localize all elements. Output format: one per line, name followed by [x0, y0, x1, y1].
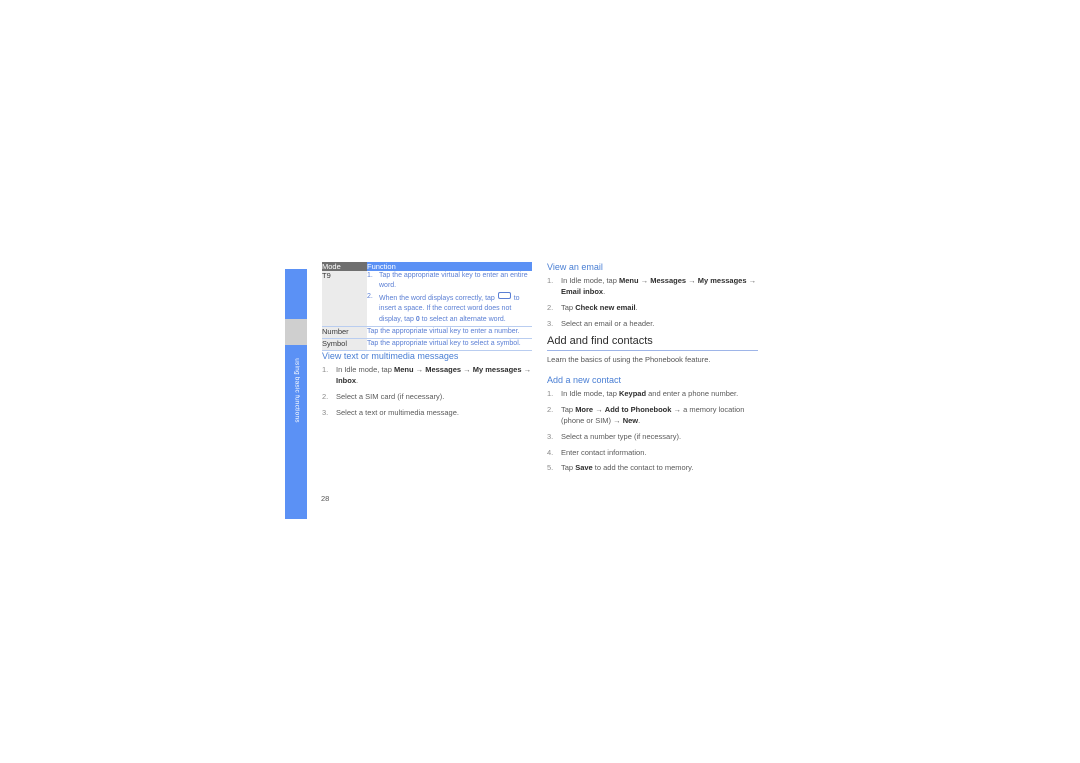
list-item: 3. Select a text or multimedia message.	[322, 407, 459, 417]
chapter-thumb-tab: using basic functions	[285, 269, 307, 519]
emphasis-term: My messages	[697, 276, 747, 285]
list-item: 1. In Idle mode, tap Menu → Messages → My…	[547, 276, 757, 296]
function-step-list: Tap the appropriate virtual key to selec…	[367, 339, 532, 349]
emphasis-term: Save	[575, 463, 593, 473]
list-item: 2. Tap More → Add to Phonebook → a memory…	[547, 404, 745, 425]
table-body: T9 1. Tap the appropriate virtual key to …	[322, 271, 532, 351]
chapter-thumb-tab-label: using basic functions	[293, 358, 301, 423]
function-step-list: Tap the appropriate virtual key to enter…	[367, 327, 532, 337]
list-item-number: 2.	[547, 404, 554, 414]
emphasis-term: Email inbox	[561, 286, 604, 296]
column-header-function: Function	[367, 262, 532, 271]
subheading-view-messages: View text or multimedia messages	[322, 350, 459, 361]
table-header-row: Mode Function	[322, 262, 532, 271]
list-item: 3. Select a number type (if necessary).	[547, 431, 682, 441]
text-input-modes-table: Mode Function T9 1. Tap the appropriate v…	[322, 262, 532, 351]
cell-mode: T9	[322, 271, 367, 327]
emphasis-term: Menu	[618, 276, 639, 285]
emphasis-term: Menu	[393, 364, 414, 374]
cell-mode: Number	[322, 326, 367, 339]
page-number: 28	[321, 494, 330, 503]
emphasis-term: Check new email	[575, 302, 636, 312]
list-item-number: 1.	[547, 389, 554, 398]
list-item-number: 1.	[322, 364, 329, 374]
list-item: Tap the appropriate virtual key to selec…	[367, 339, 521, 347]
emphasis-term: New	[622, 415, 639, 425]
subheading-add-new-contact: Add a new contact	[547, 375, 622, 385]
emphasis-term: 0	[415, 315, 420, 323]
cell-function: Tap the appropriate virtual key to enter…	[367, 326, 532, 339]
list-item: 1. Tap the appropriate virtual key to ent…	[367, 272, 528, 290]
table-row: Symbol Tap the appropriate virtual key t…	[322, 338, 532, 351]
list-item: 1. In Idle mode, tap Menu → Messages → My…	[322, 364, 532, 385]
list-item-number: 2.	[322, 391, 329, 401]
list-item: 5. Tap Save to add the contact to memory.	[547, 463, 694, 473]
steps-view-email: 1. In Idle mode, tap Menu → Messages → My…	[547, 276, 758, 330]
manual-page: using basic functions Mode Function T9 1…	[0, 0, 1080, 763]
table-row: Number Tap the appropriate virtual key t…	[322, 326, 532, 339]
list-item-number: 3.	[322, 407, 329, 417]
cell-function: Tap the appropriate virtual key to selec…	[367, 338, 532, 351]
table-row: T9 1. Tap the appropriate virtual key to …	[322, 271, 532, 327]
list-item: 4. Enter contact information.	[547, 447, 647, 457]
list-item: 1. In Idle mode, tap Keypad and enter a p…	[547, 389, 739, 398]
list-item-number: 4.	[547, 447, 554, 457]
steps-add-new-contact: 1. In Idle mode, tap Keypad and enter a p…	[547, 389, 758, 474]
cell-function: 1. Tap the appropriate virtual key to ent…	[367, 271, 532, 327]
list-item-number: 1.	[367, 272, 373, 279]
emphasis-term: More	[575, 404, 594, 414]
space-bar-key-icon	[497, 292, 511, 300]
section-intro-text: Learn the basics of using the Phonebook …	[547, 354, 711, 364]
list-item-number: 3.	[547, 318, 554, 328]
list-item-number: 1.	[547, 276, 554, 285]
column-header-mode: Mode	[322, 262, 367, 271]
emphasis-term: Messages	[425, 364, 462, 374]
list-item: 2. Select a SIM card (if necessary).	[322, 391, 445, 401]
emphasis-term: My messages	[472, 364, 522, 374]
subheading-view-email: View an email	[547, 262, 603, 272]
list-item: 2. Tap Check new email.	[547, 302, 638, 312]
right-text-column: View an email 1. In Idle mode, tap Menu →…	[547, 262, 758, 479]
list-item-number: 2.	[547, 302, 554, 312]
list-item-number: 2.	[367, 293, 373, 301]
function-step-list: 1. Tap the appropriate virtual key to ent…	[367, 271, 532, 325]
list-item-number: 3.	[547, 431, 554, 441]
emphasis-term: Messages	[650, 276, 687, 285]
emphasis-term: Keypad	[618, 389, 647, 398]
list-item: Tap the appropriate virtual key to enter…	[367, 327, 520, 335]
list-item: 2. When the word displays correctly, tap …	[367, 292, 520, 323]
list-item-number: 5.	[547, 463, 554, 473]
cell-mode: Symbol	[322, 338, 367, 351]
steps-view-messages: 1. In Idle mode, tap Menu → Messages → My…	[322, 365, 532, 419]
left-text-column: Mode Function T9 1. Tap the appropriate v…	[322, 262, 532, 423]
list-item: 3. Select an email or a header.	[547, 318, 655, 328]
emphasis-term: Add to Phonebook	[604, 404, 672, 414]
section-heading-add-find-contacts: Add and find contacts	[547, 335, 758, 351]
emphasis-term: Inbox	[336, 375, 356, 385]
